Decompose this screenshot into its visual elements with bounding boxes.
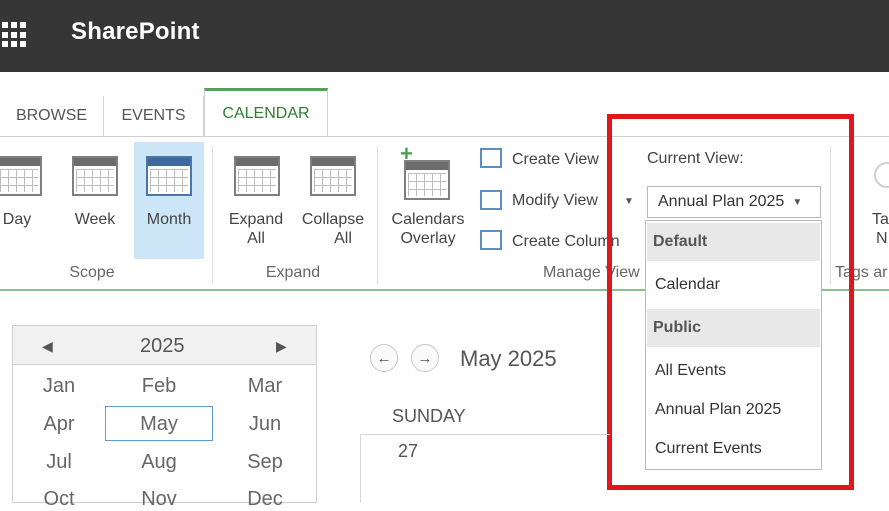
calendars-overlay-icon — [404, 160, 450, 200]
app-title[interactable]: SharePoint — [71, 18, 200, 46]
highlight-box — [607, 114, 854, 490]
calendar-month-title: May 2025 — [460, 346, 557, 371]
calendar-grid-line — [360, 434, 361, 503]
month-jan[interactable]: Jan — [19, 375, 99, 398]
collapse-all-button[interactable]: Collapse All — [296, 210, 370, 248]
app-launcher-icon[interactable] — [2, 22, 28, 48]
create-column-icon — [480, 230, 502, 250]
day-view-icon — [0, 156, 42, 196]
next-month-icon[interactable]: → — [411, 344, 439, 372]
tags-button-label-1: Ta — [872, 211, 889, 228]
calendar-grid-line — [360, 434, 610, 435]
day-button[interactable]: Day — [0, 210, 34, 229]
expand-all-label-1: Expand — [228, 211, 284, 228]
expand-all-icon — [234, 156, 280, 196]
prev-year-icon[interactable]: ◀ — [42, 338, 53, 355]
month-button[interactable]: Month — [138, 210, 200, 229]
week-button[interactable]: Week — [66, 210, 124, 229]
month-view-icon — [146, 156, 192, 196]
calendars-overlay-label-1: Calendars — [391, 211, 465, 228]
add-plus-icon: + — [400, 141, 413, 166]
month-aug[interactable]: Aug — [119, 451, 199, 474]
month-jul[interactable]: Jul — [19, 451, 99, 474]
create-view-button[interactable]: Create View — [512, 150, 599, 169]
calendars-overlay-label-2: Overlay — [400, 230, 456, 247]
month-apr[interactable]: Apr — [19, 413, 99, 436]
month-jun[interactable]: Jun — [225, 413, 305, 436]
day-header-sunday: SUNDAY — [392, 406, 466, 426]
collapse-all-label-2: All — [334, 230, 352, 247]
date-picker-year: 2025 — [140, 335, 185, 357]
scope-group-label: Scope — [69, 264, 115, 281]
month-feb[interactable]: Feb — [119, 375, 199, 398]
month-may[interactable]: May — [119, 413, 199, 436]
ribbon-separator — [212, 146, 213, 284]
expand-group-label: Expand — [265, 264, 321, 281]
calendar-day-number[interactable]: 27 — [398, 441, 418, 462]
month-dec[interactable]: Dec — [225, 488, 305, 511]
tab-calendar[interactable]: CALENDAR — [204, 88, 328, 137]
create-column-button[interactable]: Create Column — [512, 232, 620, 251]
create-view-icon — [480, 148, 502, 168]
previous-month-icon[interactable]: ← — [370, 344, 398, 372]
expand-all-label-2: All — [247, 230, 265, 247]
month-oct[interactable]: Oct — [19, 488, 99, 511]
collapse-all-icon — [310, 156, 356, 196]
modify-view-icon — [480, 190, 502, 210]
tab-events[interactable]: EVENTS — [104, 96, 204, 136]
collapse-all-label-1: Collapse — [301, 211, 365, 228]
tags-button[interactable]: Ta N — [872, 210, 889, 248]
tags-button-label-2: N — [876, 230, 888, 247]
calendars-overlay-button[interactable]: Calendars Overlay — [384, 210, 472, 248]
expand-all-button[interactable]: Expand All — [222, 210, 290, 248]
month-mar[interactable]: Mar — [225, 375, 305, 398]
next-year-icon[interactable]: ▶ — [276, 338, 287, 355]
tab-browse[interactable]: BROWSE — [0, 96, 104, 136]
modify-view-button[interactable]: Modify View — [512, 191, 598, 210]
month-nov[interactable]: Nov — [119, 488, 199, 511]
ribbon-separator — [377, 146, 378, 284]
month-sep[interactable]: Sep — [225, 451, 305, 474]
week-view-icon — [72, 156, 118, 196]
